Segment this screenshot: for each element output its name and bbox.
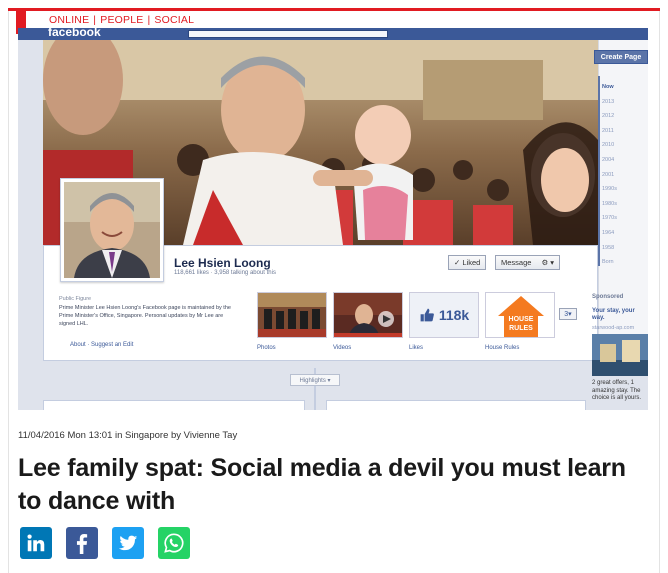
ad-title[interactable]: Your stay, your way. <box>592 308 648 322</box>
house-rules-label[interactable]: House Rules <box>485 345 519 351</box>
ad-hotel-image <box>592 334 648 376</box>
timeline-post-left <box>43 400 305 410</box>
videos-thumbnail-image <box>334 293 402 337</box>
page-description: Prime Minister Lee Hsien Loong's Faceboo… <box>59 305 231 327</box>
timeline-year-item[interactable]: 2004 <box>602 157 614 163</box>
profile-picture[interactable] <box>60 178 164 282</box>
timeline-year-item[interactable]: 2013 <box>602 99 614 105</box>
message-button[interactable]: Message ⚙ ▾ <box>495 255 561 270</box>
breadcrumb-people[interactable]: PEOPLE <box>100 14 143 26</box>
ad-image[interactable] <box>592 334 648 376</box>
timeline-year-item[interactable]: 1980s <box>602 201 617 207</box>
page-category: Public Figure <box>59 296 92 302</box>
thumbs-up-icon <box>420 308 434 322</box>
page-stats: 118,661 likes · 3,958 talking about this <box>174 270 276 276</box>
house-icon: HOUSE RULES <box>498 296 544 337</box>
likes-label[interactable]: Likes <box>409 345 423 351</box>
twitter-share-button[interactable] <box>112 527 144 559</box>
highlights-dropdown[interactable]: Highlights ▾ <box>290 374 340 386</box>
house-rules-box[interactable]: HOUSE RULES <box>485 292 555 338</box>
timeline-year-item[interactable]: 2011 <box>602 128 614 134</box>
videos-label[interactable]: Videos <box>333 345 351 351</box>
photos-thumbnail-image <box>258 293 326 337</box>
more-apps-button[interactable]: 3▾ <box>559 308 577 320</box>
facebook-share-button[interactable] <box>66 527 98 559</box>
likes-box[interactable]: 118k <box>409 292 479 338</box>
breadcrumb-separator: | <box>93 14 97 26</box>
facebook-search-box <box>188 30 388 38</box>
photos-label[interactable]: Photos <box>257 345 276 351</box>
liked-button[interactable]: ✓ Liked <box>448 255 487 270</box>
sponsored-heading: Sponsored <box>592 294 624 300</box>
breadcrumb-online[interactable]: ONLINE <box>49 14 89 26</box>
timeline-year-item[interactable]: 1964 <box>602 230 614 236</box>
timeline-year-item[interactable]: 2012 <box>602 113 614 119</box>
facebook-top-bar: facebook <box>18 28 648 40</box>
facebook-logo: facebook <box>48 28 101 39</box>
breadcrumb-separator: | <box>147 14 151 26</box>
house-rules-line1: HOUSE <box>509 316 534 323</box>
article-hero-image[interactable]: facebook Create Page Now 2013 2012 2011 … <box>18 28 648 410</box>
linkedin-icon <box>27 534 45 552</box>
article-meta: 11/04/2016 Mon 13:01 in Singapore by Viv… <box>18 430 238 441</box>
ad-text: 2 great offers, 1 amazing stay. The choi… <box>592 380 642 401</box>
linkedin-share-button[interactable] <box>20 527 52 559</box>
timeline-year-item[interactable]: 2001 <box>602 172 614 178</box>
timeline-post-right <box>326 400 586 410</box>
gear-dropdown-icon: ⚙ ▾ <box>541 258 555 267</box>
timeline-year-item[interactable]: Born <box>602 259 614 265</box>
whatsapp-share-button[interactable] <box>158 527 190 559</box>
likes-count: 118k <box>438 307 470 323</box>
timeline-year-item[interactable]: 1958 <box>602 245 614 251</box>
profile-portrait <box>64 182 160 278</box>
whatsapp-icon <box>164 533 184 553</box>
facebook-icon <box>76 534 88 554</box>
create-page-button[interactable]: Create Page <box>594 50 648 64</box>
photos-thumbnail[interactable] <box>257 292 327 338</box>
timeline-year-item[interactable]: 2010 <box>602 142 614 148</box>
timeline-indicator <box>598 76 600 266</box>
timeline-year-item[interactable]: 1970s <box>602 215 617 221</box>
timeline-year-item[interactable]: Now <box>602 84 614 90</box>
breadcrumb: ONLINE | PEOPLE | SOCIAL <box>49 14 194 26</box>
ad-url: starwood-ap.com <box>592 325 635 331</box>
videos-thumbnail[interactable] <box>333 292 403 338</box>
timeline-year-item[interactable]: 1990s <box>602 186 617 192</box>
twitter-icon <box>118 535 138 551</box>
page-name[interactable]: Lee Hsien Loong <box>174 256 271 270</box>
about-links[interactable]: About · Suggest an Edit <box>70 342 133 348</box>
top-accent-bar <box>8 8 660 11</box>
article-headline: Lee family spat: Social media a devil yo… <box>18 454 626 515</box>
house-rules-line2: RULES <box>509 325 533 332</box>
breadcrumb-social[interactable]: SOCIAL <box>154 14 194 26</box>
message-button-label: Message <box>501 258 532 267</box>
